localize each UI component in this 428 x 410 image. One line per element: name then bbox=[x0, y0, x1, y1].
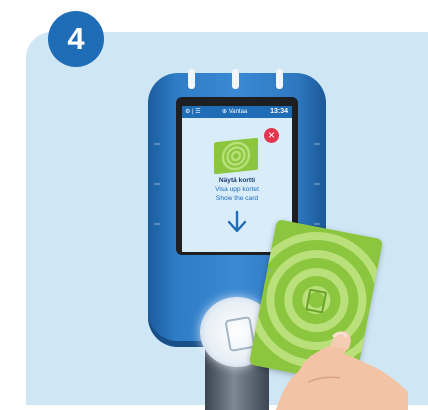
reader-top-notch bbox=[276, 69, 283, 89]
reader-top-notch bbox=[232, 69, 239, 89]
step-number-badge: 4 bbox=[48, 11, 104, 67]
instruction-english: Show the card bbox=[215, 195, 259, 202]
close-icon[interactable]: × bbox=[264, 128, 279, 143]
instruction-finnish: Näytä kortti bbox=[218, 177, 256, 184]
arrow-down-icon bbox=[227, 210, 247, 233]
reader-edge-tick bbox=[314, 183, 320, 185]
screen-card-illustration bbox=[214, 137, 258, 175]
reader-top-notch bbox=[188, 69, 195, 89]
status-bar: ⚙ | ☰ ⊕ Vantaa 13:34 bbox=[182, 106, 292, 118]
reader-edge-tick bbox=[154, 223, 160, 225]
reader-edge-tick bbox=[314, 223, 320, 225]
card-tap-icon bbox=[224, 315, 256, 353]
status-icons: ⚙ | ☰ bbox=[185, 109, 201, 115]
hand-image bbox=[276, 331, 408, 410]
instruction-swedish: Visa upp kortet bbox=[215, 186, 259, 193]
reader-edge-tick bbox=[154, 143, 160, 145]
reader-edge-tick bbox=[314, 143, 320, 145]
status-operator: ⊕ Vantaa bbox=[222, 109, 248, 115]
reader-edge-tick bbox=[154, 183, 160, 185]
card-rings-icon bbox=[221, 141, 251, 171]
status-time: 13:34 bbox=[270, 108, 288, 115]
